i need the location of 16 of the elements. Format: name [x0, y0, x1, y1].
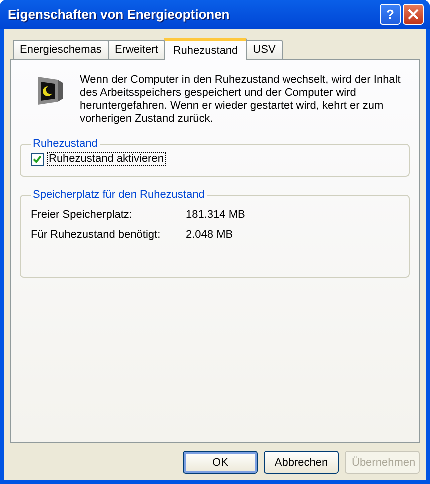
dialog-button[interactable]: OK: [183, 451, 258, 474]
tab[interactable]: Energieschemas: [13, 40, 109, 59]
field-label: Für Ruhezustand benötigt:: [31, 229, 162, 241]
window-title: Eigenschaften von Energieoptionen: [8, 7, 231, 22]
dialog-button[interactable]: Abbrechen: [264, 451, 339, 474]
field-value: 181.314 MB: [186, 209, 246, 221]
checkbox-label[interactable]: Ruhezustand aktivieren: [47, 152, 166, 166]
help-button[interactable]: ?: [380, 4, 401, 25]
group-title: Ruhezustand: [32, 138, 99, 150]
tab[interactable]: Ruhezustand: [164, 38, 248, 60]
field-label: Freier Speicherplatz:: [31, 209, 134, 221]
tab[interactable]: Erweitert: [108, 40, 166, 59]
field-value: 2.048 MB: [186, 229, 234, 241]
group-title: Speicherplatz für den Ruhezustand: [32, 189, 206, 201]
tab[interactable]: USV: [246, 40, 283, 59]
description-text: Wenn der Computer in den Ruhezustand wechselt, wird der Inhalt des Arbeitsspeichers gespeichert und der Computer wird heruntergefahren. Wenn er wieder gestartet wird, kehrt er zum vorherigen Zustand zurück.: [80, 74, 402, 126]
